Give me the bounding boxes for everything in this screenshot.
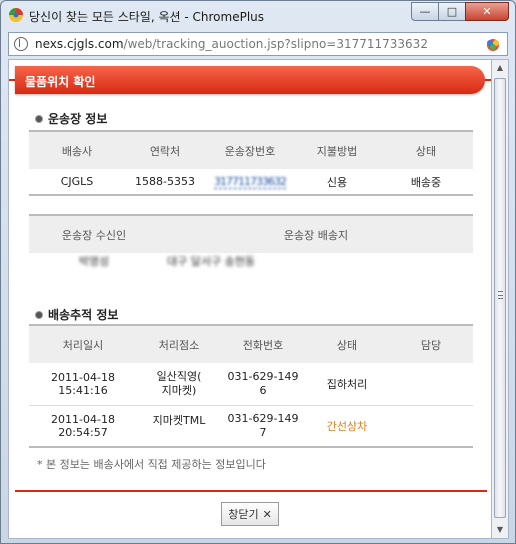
maximize-button[interactable]: □ [438, 2, 466, 21]
page-title: 물품위치 확인 [25, 75, 96, 89]
url-path: /web/tracking_auoction.jsp?slipno=317711… [123, 37, 428, 51]
vertical-scrollbar[interactable]: ▲ ▼ [492, 59, 509, 539]
header-office: 처리점소 [137, 325, 221, 363]
title-bar[interactable]: 당신이 찾는 모든 스타일, 옥션 - ChromePlus — □ ✕ [1, 1, 515, 29]
close-popup-label: 창닫기 [228, 508, 259, 521]
address-value: 대구 달서구 송현동 [167, 255, 255, 268]
waybill-no-link[interactable]: 317711733632 [205, 169, 295, 195]
office-cell: 지마켓TML [152, 413, 206, 427]
tracking-table: 처리일시 처리점소 전화번호 상태 담당 2011-04-18 15:41:16… [29, 324, 473, 448]
footer-divider [15, 490, 487, 492]
header-status: 상태 [379, 131, 473, 169]
table-row: 2011-04-18 20:54:57 지마켓TML 031-629-149 7… [29, 405, 473, 447]
recipient-table: 운송장 수신인 운송장 배송지 박영성 대구 달서구 송현동 [29, 214, 473, 273]
chromeplus-icon [9, 8, 23, 22]
scroll-up-arrow-icon[interactable]: ▲ [492, 60, 508, 76]
status-cell: 간선상차 [326, 419, 368, 433]
window-title: 당신이 찾는 모든 스타일, 옥션 - ChromePlus [29, 10, 265, 24]
window-controls: — □ ✕ [411, 2, 509, 21]
notice-text: * 본 정보는 배송사에서 직접 제공하는 정보입니다 [37, 458, 266, 471]
status-cell: 집하처리 [305, 363, 389, 406]
url-host: nexs.cjgls.com [35, 37, 124, 51]
header-recipient: 운송장 수신인 [29, 215, 159, 253]
header-carrier: 배송사 [29, 131, 125, 169]
header-contact: 연락처 [125, 131, 205, 169]
section-title-waybill: 운송장 정보 [35, 110, 107, 127]
header-waybill-no: 운송장번호 [205, 131, 295, 169]
header-datetime: 처리일시 [29, 325, 137, 363]
close-icon: ✕ [262, 507, 272, 521]
address-bar[interactable]: nexs.cjgls.com/web/tracking_auoction.jsp… [8, 32, 508, 56]
payment-value: 신용 [326, 175, 348, 189]
status-value: 배송중 [410, 175, 442, 189]
header-bar: 물품위치 확인 [15, 66, 485, 94]
office-cell: 일산직영( 지마켓) [137, 363, 221, 406]
phone-cell: 031-629-149 6 [221, 363, 305, 406]
page-content: 물품위치 확인 운송장 정보 배송사 연락처 운송장번호 지불방법 상태 CJG… [8, 59, 492, 539]
waybill-no-value[interactable]: 317711733632 [214, 175, 287, 189]
recipient-cell: 박영성 [29, 253, 159, 273]
grip-icon [498, 291, 503, 299]
page-info-icon[interactable] [14, 37, 28, 51]
recipient-value: 박영성 [78, 255, 110, 268]
header-staff: 담당 [389, 325, 473, 363]
url-text[interactable]: nexs.cjgls.com/web/tracking_auoction.jsp… [35, 37, 428, 51]
phone-cell: 031-629-149 7 [227, 411, 299, 439]
browser-window: 당신이 찾는 모든 스타일, 옥션 - ChromePlus — □ ✕ nex… [0, 0, 516, 544]
staff-cell [389, 405, 473, 447]
contact-value: 1588-5353 [135, 175, 195, 188]
close-popup-button[interactable]: 창닫기 ✕ [221, 502, 279, 526]
table-row: 2011-04-18 15:41:16 일산직영( 지마켓) 031-629-1… [29, 363, 473, 406]
address-cell: 대구 달서구 송현동 [159, 253, 473, 273]
header-phone: 전화번호 [221, 325, 305, 363]
header-address: 운송장 배송지 [159, 215, 473, 253]
scroll-down-arrow-icon[interactable]: ▼ [492, 522, 508, 538]
section-title-tracking: 배송추적 정보 [35, 306, 118, 323]
minimize-button[interactable]: — [411, 2, 439, 21]
header-track-status: 상태 [305, 325, 389, 363]
extension-icon[interactable] [484, 36, 502, 52]
datetime-cell: 2011-04-18 15:41:16 [29, 363, 137, 406]
waybill-table: 배송사 연락처 운송장번호 지불방법 상태 CJGLS 1588-5353 31… [29, 130, 473, 196]
scroll-thumb[interactable] [494, 78, 506, 518]
carrier-value: CJGLS [60, 175, 94, 188]
staff-cell [389, 363, 473, 406]
header-payment: 지불방법 [295, 131, 379, 169]
close-window-button[interactable]: ✕ [465, 2, 509, 21]
datetime-cell: 2011-04-18 20:54:57 [51, 412, 115, 439]
